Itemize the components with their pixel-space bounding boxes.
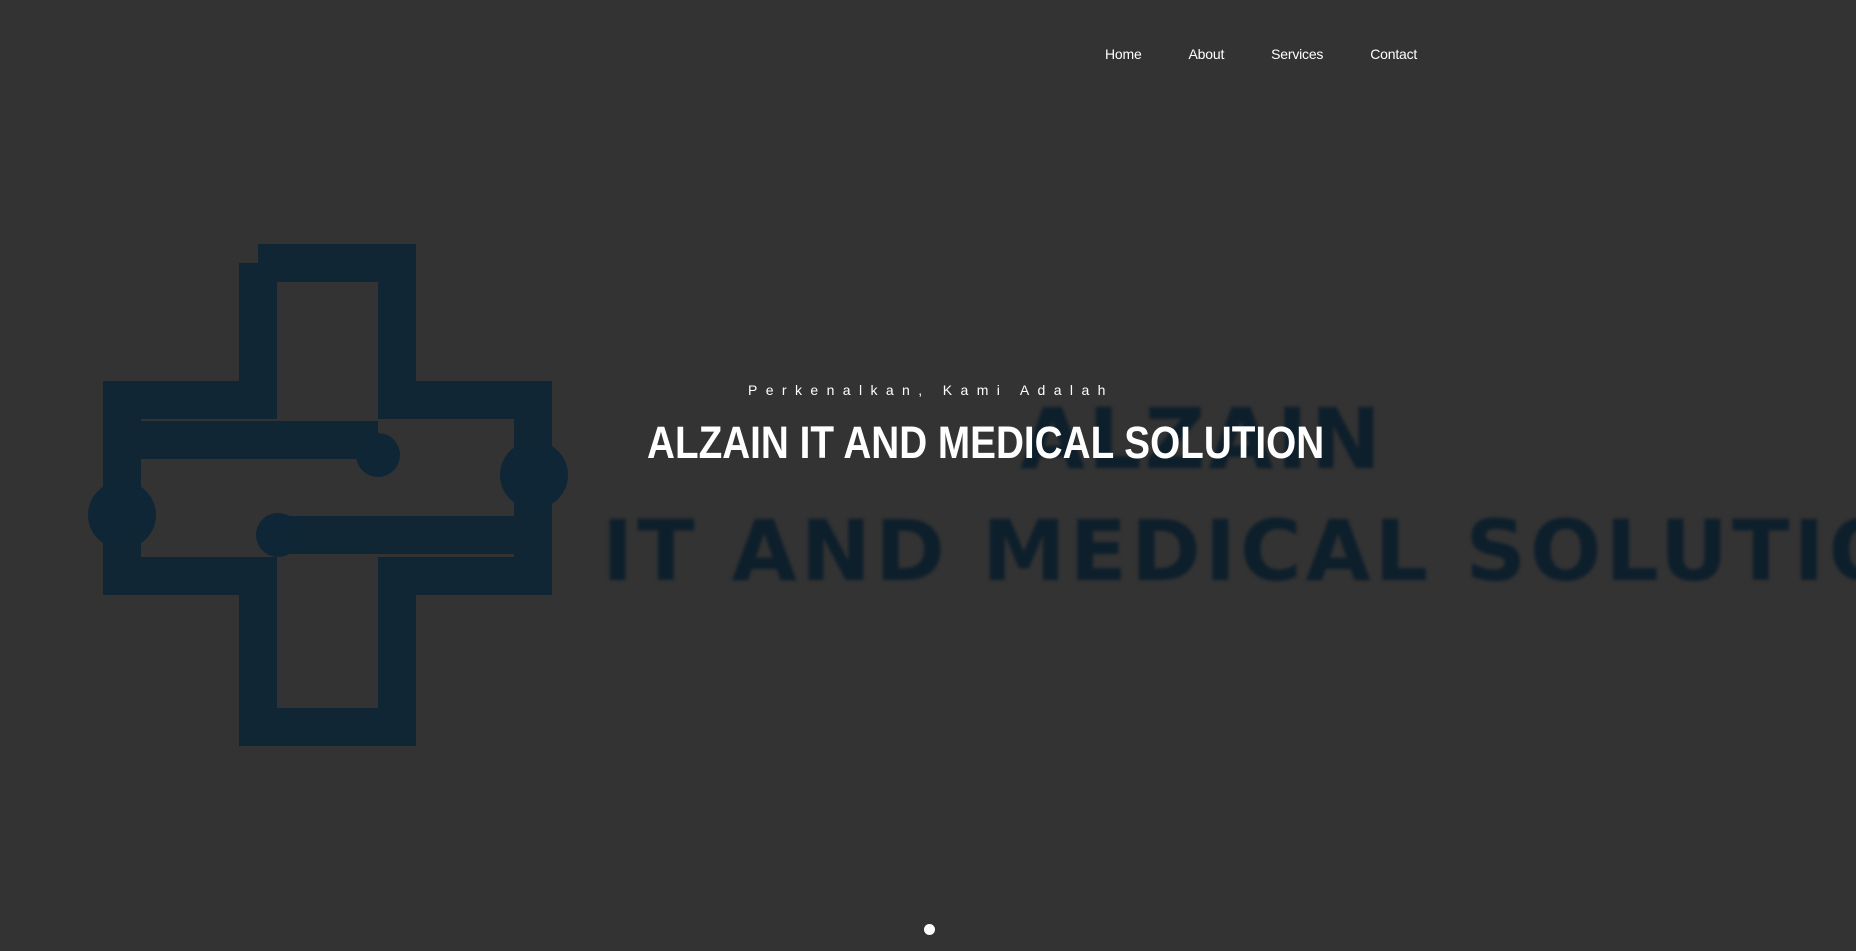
nav-home[interactable]: Home bbox=[1105, 40, 1142, 68]
nav-about[interactable]: About bbox=[1189, 40, 1225, 68]
main-nav: Home About Services Contact bbox=[1105, 40, 1417, 68]
background-logo-line2: IT AND MEDICAL SOLUTION bbox=[602, 502, 1856, 600]
nav-services[interactable]: Services bbox=[1271, 40, 1323, 68]
hero-title: ALZAIN IT AND MEDICAL SOLUTION bbox=[647, 417, 1325, 468]
nav-contact[interactable]: Contact bbox=[1370, 40, 1417, 68]
slider-dot-active[interactable] bbox=[924, 924, 935, 935]
background-logo: ALZAIN IT AND MEDICAL SOLUTION bbox=[0, 0, 1856, 951]
medical-cross-circuit-icon bbox=[88, 244, 568, 746]
hero-subtitle: Perkenalkan, Kami Adalah bbox=[748, 382, 1114, 398]
hero-page: ALZAIN IT AND MEDICAL SOLUTION Home Abou… bbox=[0, 0, 1856, 951]
